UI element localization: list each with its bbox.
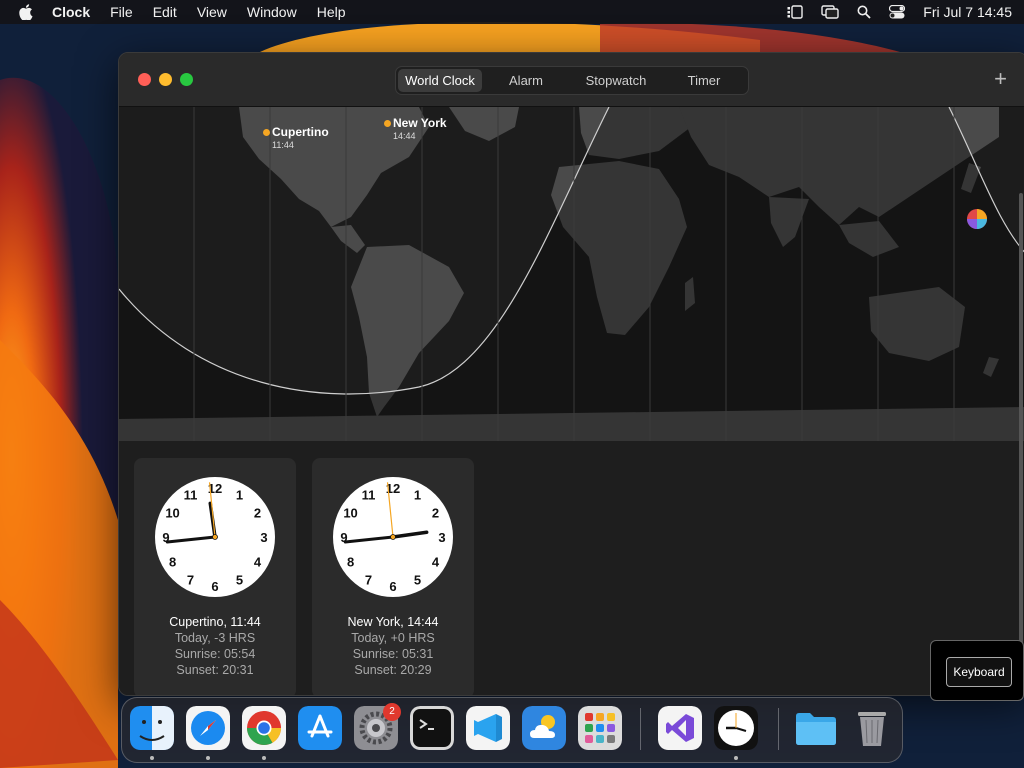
clock-numeral: 7 <box>365 572 372 587</box>
weather-icon[interactable] <box>522 706 566 750</box>
dock: 2 <box>121 697 903 763</box>
tab-bar: World Clock Alarm Stopwatch Timer <box>395 66 749 95</box>
clock-city-title: Cupertino, 11:44 <box>169 615 261 629</box>
window-controls <box>138 73 193 86</box>
menu-bar-datetime[interactable]: Fri Jul 7 14:45 <box>923 4 1012 20</box>
clock-numeral: 7 <box>187 572 194 587</box>
running-indicator <box>262 756 266 760</box>
dock-separator <box>778 708 779 750</box>
menu-app-name[interactable]: Clock <box>52 0 100 24</box>
map-city-new-york[interactable]: New York 14:44 <box>384 116 447 141</box>
spotlight-search-icon[interactable] <box>857 5 871 19</box>
clock-numeral: 5 <box>414 572 421 587</box>
clock-numeral: 11 <box>362 488 376 503</box>
clock-sunrise: Sunrise: 05:31 <box>352 647 434 661</box>
chrome-icon[interactable] <box>242 706 286 750</box>
clock-offset: Today, -3 HRS <box>174 631 256 645</box>
tab-timer[interactable]: Timer <box>662 69 746 92</box>
clock-card-cupertino[interactable]: 12 1 2 3 4 5 6 7 8 9 10 11 Cupertino, 11:44 Today, … <box>134 458 296 695</box>
menu-view[interactable]: View <box>187 0 237 24</box>
clock-center-pin <box>212 534 218 540</box>
window-toolbar: World Clock Alarm Stopwatch Timer + <box>119 53 1024 107</box>
clock-numeral: 4 <box>432 555 440 570</box>
clock-card-info: Cupertino, 11:44 Today, -3 HRS Sunrise: … <box>134 614 296 678</box>
clock-grid: 12 1 2 3 4 5 6 7 8 9 10 11 Cupertino, 11:44 Today, … <box>119 441 1024 695</box>
keyboard-overlay: Keyboard <box>930 640 1024 701</box>
clock-window: World Clock Alarm Stopwatch Timer + Cupe… <box>118 52 1024 696</box>
stage-manager-icon[interactable] <box>787 5 803 19</box>
clock-numeral: 2 <box>432 506 439 521</box>
clock-card-new-york[interactable]: 12 1 2 3 4 5 6 7 8 9 10 11 New York, 14:44 Today, +… <box>312 458 474 695</box>
analog-clock-icon: 12 1234567891011 <box>333 477 453 597</box>
maximize-button[interactable] <box>180 73 193 86</box>
clock-numeral: 4 <box>254 555 262 570</box>
clock-numeral: 1 <box>414 488 421 503</box>
clock-sunrise: Sunrise: 05:54 <box>174 647 256 661</box>
running-indicator <box>150 756 154 760</box>
control-center-icon[interactable] <box>889 5 906 19</box>
clock-city-title: New York, 14:44 <box>347 615 439 629</box>
clock-numeral: 8 <box>347 555 354 570</box>
clock-numeral: 5 <box>236 572 243 587</box>
folder-icon[interactable] <box>794 706 838 750</box>
apple-menu-icon[interactable] <box>0 4 52 20</box>
clock-numeral: 1 <box>236 488 243 503</box>
clock-numeral: 10 <box>343 506 357 521</box>
clock-numeral: 3 <box>260 530 267 545</box>
clock-sunset: Sunset: 20:31 <box>176 663 254 677</box>
safari-icon[interactable] <box>186 706 230 750</box>
map-city-marker <box>384 120 391 127</box>
analog-clock-icon: 12 1234567891011 <box>155 477 275 597</box>
launchpad-icon[interactable] <box>578 706 622 750</box>
map-city-cupertino[interactable]: Cupertino 11:44 <box>263 125 329 150</box>
vscode-icon[interactable] <box>466 706 510 750</box>
clock-numeral: 6 <box>389 579 396 594</box>
clock-sunset: Sunset: 20:29 <box>354 663 432 677</box>
tab-world-clock[interactable]: World Clock <box>398 69 482 92</box>
clock-app-icon[interactable] <box>714 706 758 750</box>
trash-icon[interactable] <box>850 706 894 750</box>
clock-numeral: 2 <box>254 506 261 521</box>
tab-alarm[interactable]: Alarm <box>482 69 570 92</box>
close-button[interactable] <box>138 73 151 86</box>
keyboard-button[interactable]: Keyboard <box>946 657 1012 687</box>
menu-window[interactable]: Window <box>237 0 307 24</box>
visual-studio-icon[interactable] <box>658 706 702 750</box>
vertical-scrollbar[interactable] <box>1019 193 1023 643</box>
map-city-marker <box>263 129 270 136</box>
clock-offset: Today, +0 HRS <box>351 631 435 645</box>
clock-numeral: 11 <box>184 488 198 503</box>
notification-badge: 2 <box>383 703 401 721</box>
menu-file[interactable]: File <box>100 0 143 24</box>
menu-bar: Clock File Edit View Window Help Fri Jul… <box>0 0 1024 24</box>
menu-edit[interactable]: Edit <box>143 0 187 24</box>
clock-card-info: New York, 14:44 Today, +0 HRS Sunrise: 0… <box>312 614 474 678</box>
tab-stopwatch[interactable]: Stopwatch <box>570 69 662 92</box>
menu-help[interactable]: Help <box>307 0 356 24</box>
running-indicator <box>206 756 210 760</box>
dock-separator <box>640 708 641 750</box>
clock-numeral: 3 <box>438 530 445 545</box>
clock-numeral: 6 <box>211 579 218 594</box>
system-settings-item[interactable]: 2 <box>354 703 401 750</box>
finder-icon[interactable] <box>130 706 174 750</box>
world-map[interactable]: Cupertino 11:44 New York 14:44 <box>119 107 1024 441</box>
add-city-button[interactable]: + <box>994 68 1007 90</box>
clock-numeral: 10 <box>165 506 179 521</box>
clock-numeral: 8 <box>169 555 176 570</box>
minimize-button[interactable] <box>159 73 172 86</box>
running-indicator <box>734 756 738 760</box>
app-store-icon[interactable] <box>298 706 342 750</box>
terminal-icon[interactable] <box>410 706 454 750</box>
screen-mirroring-icon[interactable] <box>821 5 839 19</box>
clock-center-pin <box>390 534 396 540</box>
